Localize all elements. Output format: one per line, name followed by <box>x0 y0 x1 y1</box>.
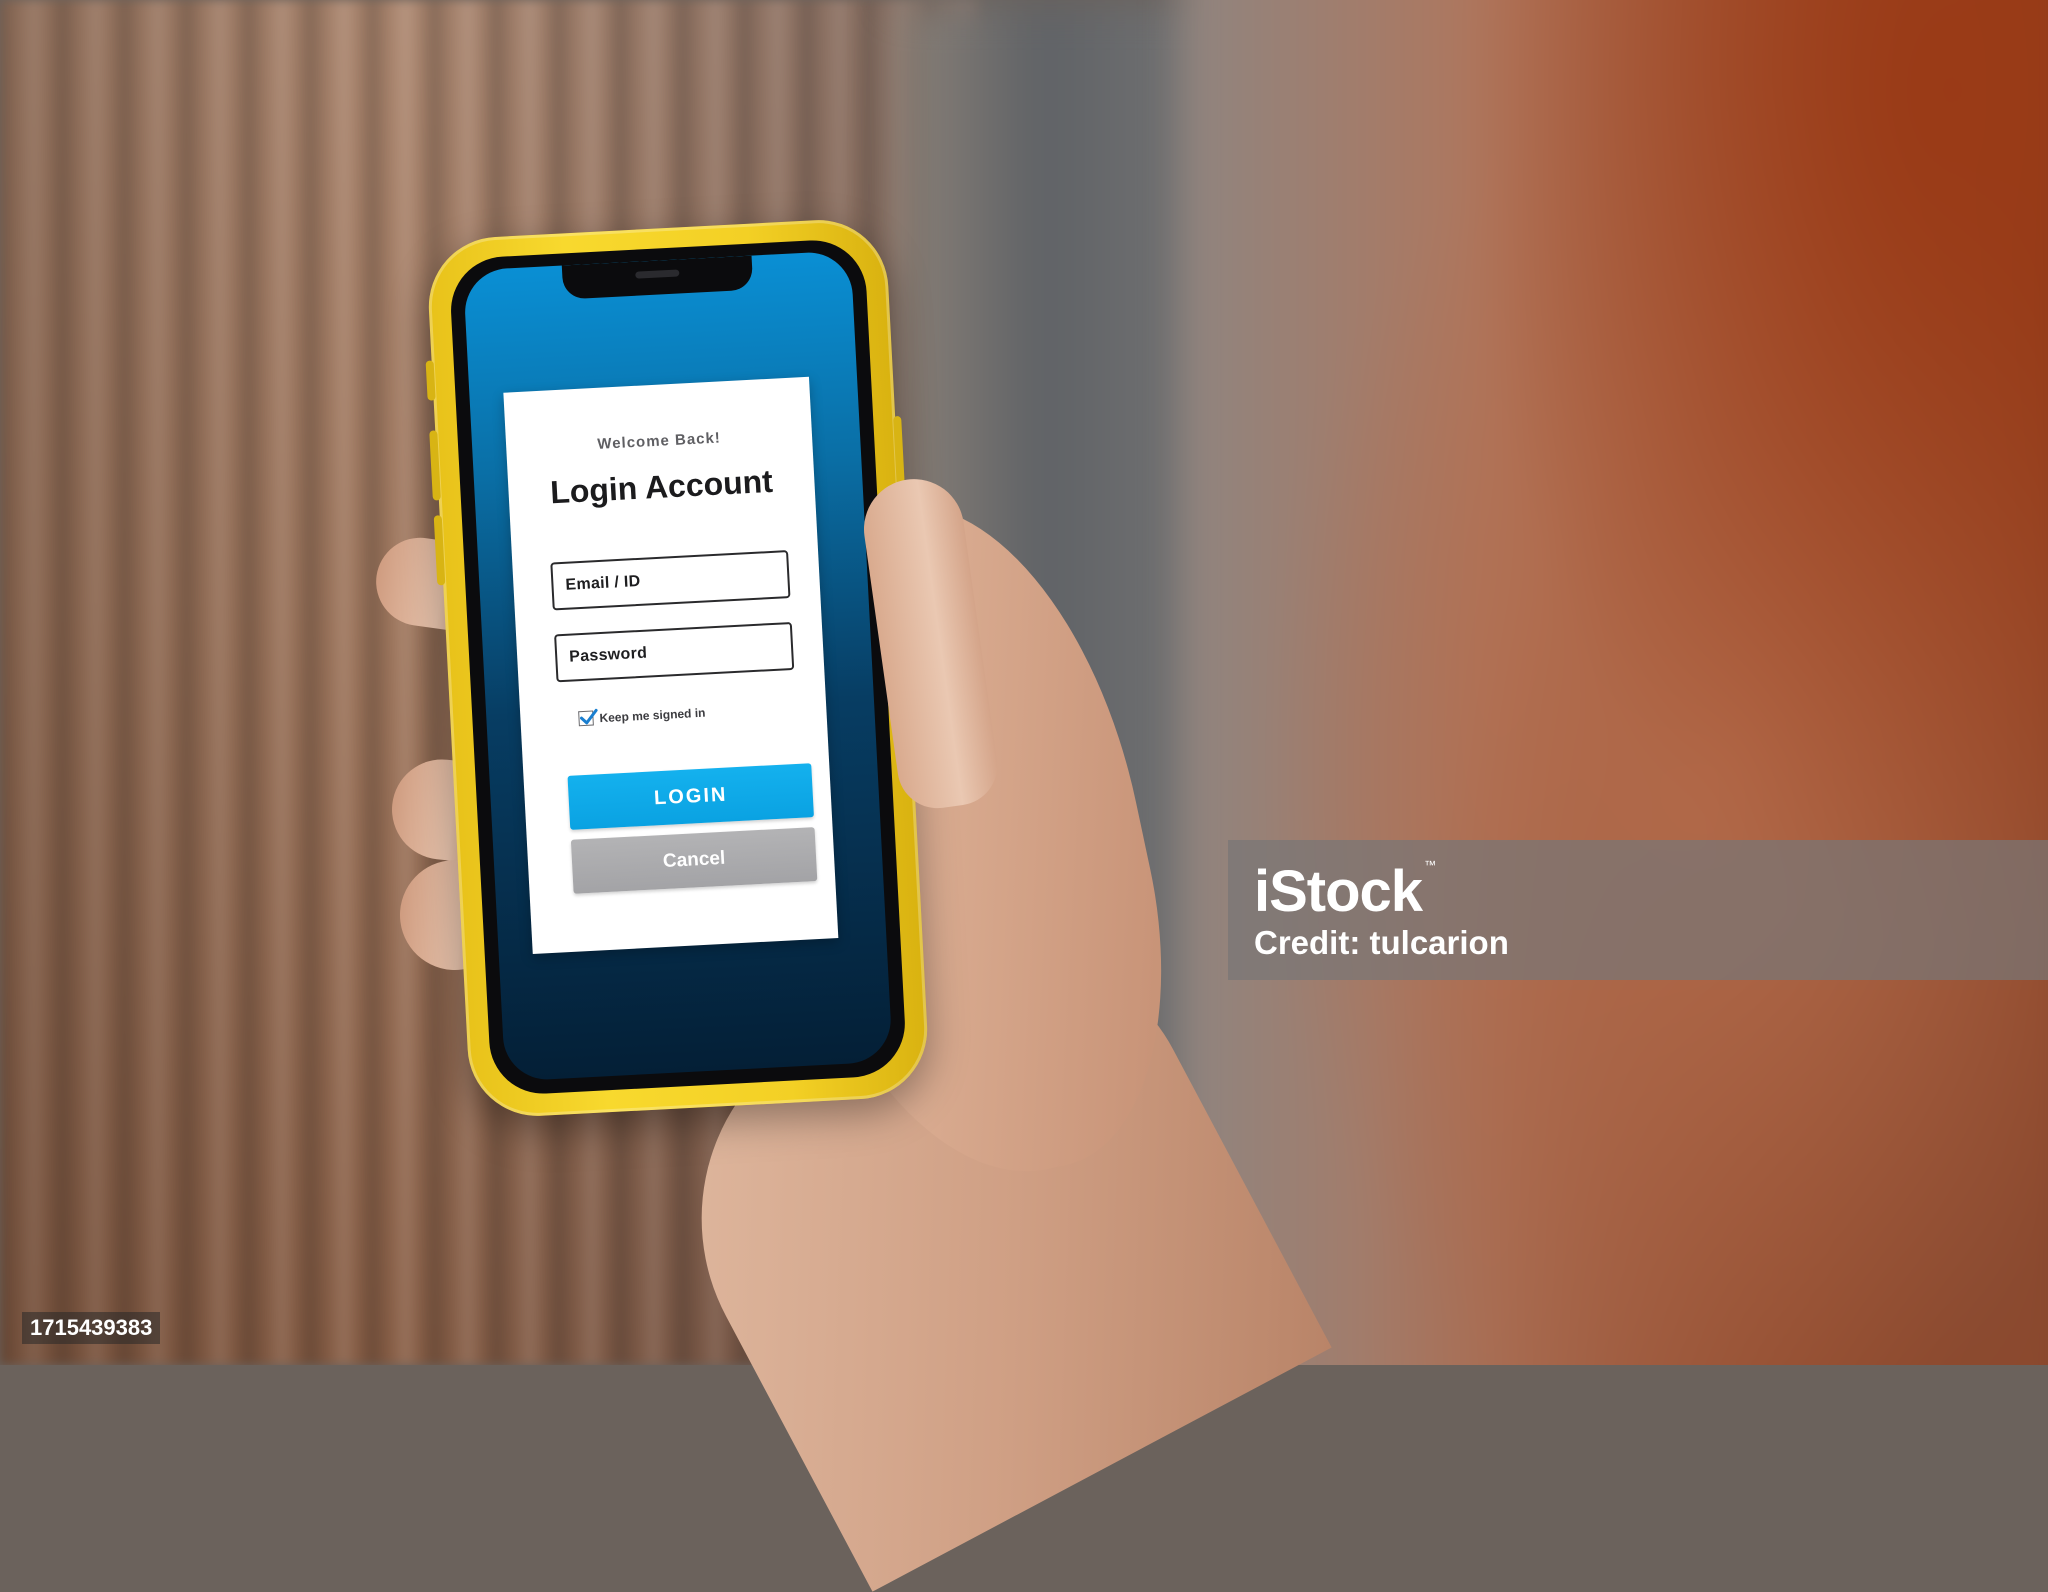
cancel-button[interactable]: Cancel <box>570 827 818 894</box>
mute-switch <box>425 360 436 401</box>
trademark-symbol: ™ <box>1424 858 1436 872</box>
keep-signed-in-row[interactable]: Keep me signed in <box>578 705 706 727</box>
checkmark-icon <box>579 708 598 725</box>
photo-credit: Credit: tulcarion <box>1254 924 1509 961</box>
smartphone: Welcome Back! Login Account Email / ID P… <box>425 216 931 1120</box>
phone-bezel: Welcome Back! Login Account Email / ID P… <box>448 237 908 1097</box>
password-placeholder: Password <box>568 644 648 666</box>
keep-signed-in-label: Keep me signed in <box>599 705 706 725</box>
email-placeholder: Email / ID <box>565 572 641 594</box>
email-field[interactable]: Email / ID <box>550 550 791 611</box>
password-field[interactable]: Password <box>554 621 795 683</box>
login-button[interactable]: LOGIN <box>567 763 814 830</box>
login-title: Login Account <box>549 462 774 511</box>
istock-logo: iStock ™ <box>1254 858 1436 925</box>
speaker-grille <box>635 269 680 279</box>
keep-signed-in-checkbox[interactable] <box>578 708 598 727</box>
image-id-label: 1715439383 <box>22 1312 161 1344</box>
blurred-orange-background <box>1180 0 2048 1365</box>
istock-brand: iStock <box>1254 859 1423 924</box>
notch <box>561 255 754 300</box>
phone-screen: Welcome Back! Login Account Email / ID P… <box>462 250 893 1082</box>
login-card: Welcome Back! Login Account Email / ID P… <box>503 376 839 954</box>
welcome-text: Welcome Back! <box>596 429 722 453</box>
